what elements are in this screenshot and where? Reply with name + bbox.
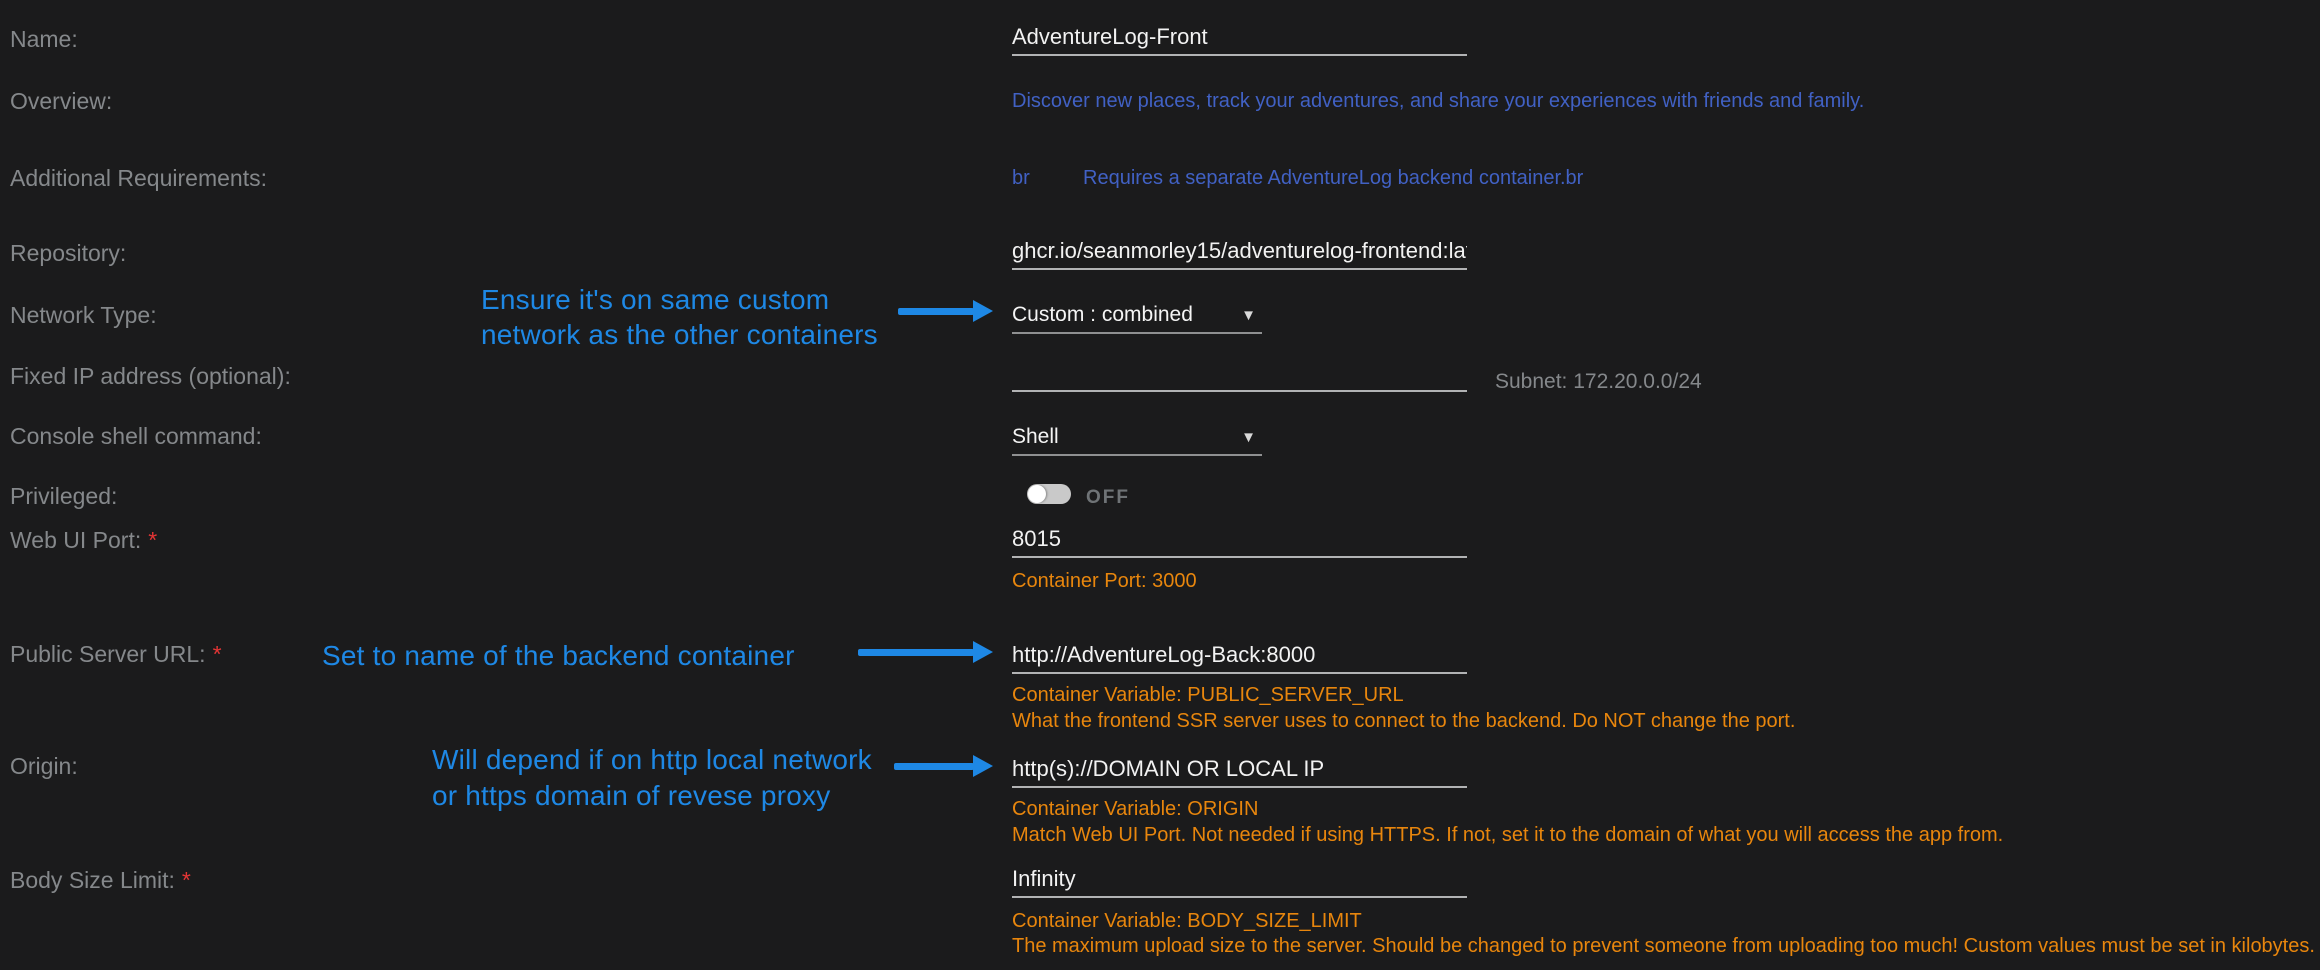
- toggle-knob: [1028, 485, 1046, 503]
- network-annotation-line1: Ensure it's on same custom: [481, 284, 829, 316]
- web-ui-port-input[interactable]: [1012, 522, 1467, 558]
- body-size-limit-label: Body Size Limit:*: [10, 867, 191, 894]
- network-type-select[interactable]: Custom : combined ▼: [1012, 298, 1262, 334]
- name-field-label: Name:: [10, 26, 78, 53]
- public-server-url-input[interactable]: [1012, 638, 1467, 674]
- origin-annotation-arrow-icon: [894, 763, 974, 770]
- repository-input[interactable]: [1012, 234, 1467, 270]
- public-server-url-description-helper: What the frontend SSR server uses to con…: [1012, 710, 1795, 733]
- origin-label: Origin:: [10, 753, 78, 780]
- additional-requirements-label: Additional Requirements:: [10, 165, 267, 192]
- subnet-note: Subnet: 172.20.0.0/24: [1495, 370, 1702, 394]
- body-size-limit-input[interactable]: [1012, 862, 1467, 898]
- public-server-url-annotation-arrow-icon: [858, 649, 974, 656]
- fixed-ip-input[interactable]: [1012, 356, 1467, 392]
- public-server-url-label: Public Server URL:*: [10, 641, 222, 668]
- console-shell-select[interactable]: Shell ▼: [1012, 420, 1262, 456]
- public-server-url-annotation: Set to name of the backend container: [322, 640, 795, 672]
- overview-field-label: Overview:: [10, 88, 112, 115]
- body-size-limit-description-helper: The maximum upload size to the server. S…: [1012, 935, 2315, 958]
- dropdown-arrow-icon: ▼: [1241, 307, 1262, 324]
- container-config-form: Name: Overview: Discover new places, tra…: [0, 0, 2320, 970]
- console-shell-label: Console shell command:: [10, 423, 262, 450]
- origin-input[interactable]: [1012, 752, 1467, 788]
- additional-requirements-prefix: br: [1012, 167, 1030, 190]
- privileged-label: Privileged:: [10, 483, 117, 510]
- required-asterisk: *: [213, 641, 222, 667]
- network-type-value: Custom : combined: [1012, 303, 1193, 327]
- body-size-limit-variable-helper: Container Variable: BODY_SIZE_LIMIT: [1012, 910, 1362, 933]
- overview-text: Discover new places, track your adventur…: [1012, 90, 1864, 113]
- origin-annotation-line2: or https domain of revese proxy: [432, 780, 830, 812]
- network-type-label: Network Type:: [10, 302, 157, 329]
- origin-description-helper: Match Web UI Port. Not needed if using H…: [1012, 824, 2003, 847]
- required-asterisk: *: [182, 867, 191, 893]
- dropdown-arrow-icon: ▼: [1241, 429, 1262, 446]
- origin-variable-helper: Container Variable: ORIGIN: [1012, 798, 1258, 821]
- network-annotation-line2: network as the other containers: [481, 319, 878, 351]
- repository-field-label: Repository:: [10, 240, 126, 267]
- web-ui-port-label: Web UI Port:*: [10, 527, 157, 554]
- public-server-url-variable-helper: Container Variable: PUBLIC_SERVER_URL: [1012, 684, 1404, 707]
- privileged-toggle[interactable]: [1027, 484, 1071, 504]
- additional-requirements-text: Requires a separate AdventureLog backend…: [1083, 167, 1583, 190]
- network-annotation-arrow-icon: [898, 308, 974, 315]
- name-input[interactable]: [1012, 20, 1467, 56]
- required-asterisk: *: [148, 527, 157, 553]
- fixed-ip-label: Fixed IP address (optional):: [10, 363, 291, 390]
- privileged-toggle-state: OFF: [1086, 487, 1130, 509]
- console-shell-value: Shell: [1012, 425, 1059, 449]
- origin-annotation-line1: Will depend if on http local network: [432, 744, 872, 776]
- web-ui-port-helper: Container Port: 3000: [1012, 570, 1197, 593]
